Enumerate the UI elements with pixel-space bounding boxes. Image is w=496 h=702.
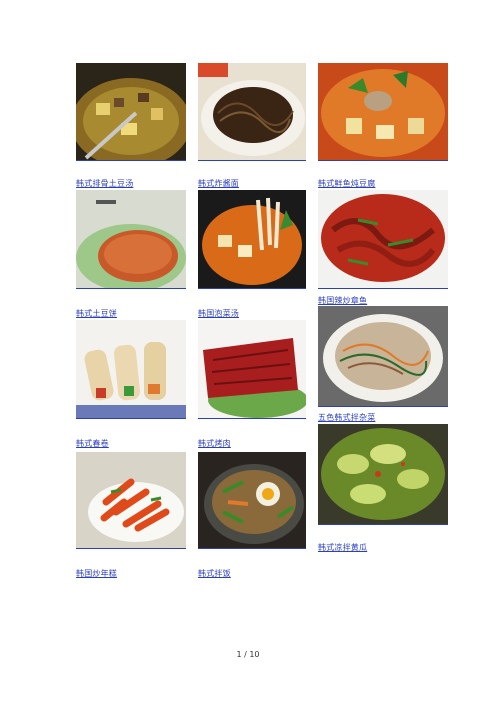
caption-12[interactable]: 韩式凉拌黄瓜 [318, 542, 367, 553]
photo-japchae [318, 306, 448, 407]
photo-korean-bbq-meat [198, 320, 306, 419]
photo-bibimbap [198, 452, 306, 549]
caption-8[interactable]: 韩式烤肉 [198, 438, 231, 449]
caption-5[interactable]: 韩国泡菜汤 [198, 308, 239, 319]
photo-kimchi-soup [198, 190, 306, 289]
photo-black-bean-noodles [198, 63, 306, 161]
caption-10[interactable]: 韩国炒年糕 [76, 568, 117, 579]
photo-fish-tofu-stew [318, 63, 448, 161]
caption-3[interactable]: 韩式鲜鱼炖豆腐 [318, 178, 375, 189]
caption-11[interactable]: 韩式拌饭 [198, 568, 231, 579]
caption-9[interactable]: 五色韩式拌杂菜 [318, 412, 375, 423]
caption-1[interactable]: 韩式排骨土豆汤 [76, 178, 133, 189]
photo-spring-rolls [76, 320, 186, 419]
photo-potato-pancake [76, 190, 186, 289]
page-number: 1 / 10 [236, 650, 260, 659]
caption-2[interactable]: 韩式炸酱面 [198, 178, 239, 189]
caption-6[interactable]: 韩国辣炒章鱼 [318, 295, 367, 306]
photo-tteokbokki [76, 452, 186, 549]
caption-4[interactable]: 韩式土豆饼 [76, 308, 117, 319]
photo-pork-rib-potato-soup [76, 63, 186, 161]
photo-spicy-stir-fried-octopus [318, 190, 448, 289]
caption-7[interactable]: 韩式春卷 [76, 438, 109, 449]
photo-cucumber-salad [318, 424, 448, 525]
